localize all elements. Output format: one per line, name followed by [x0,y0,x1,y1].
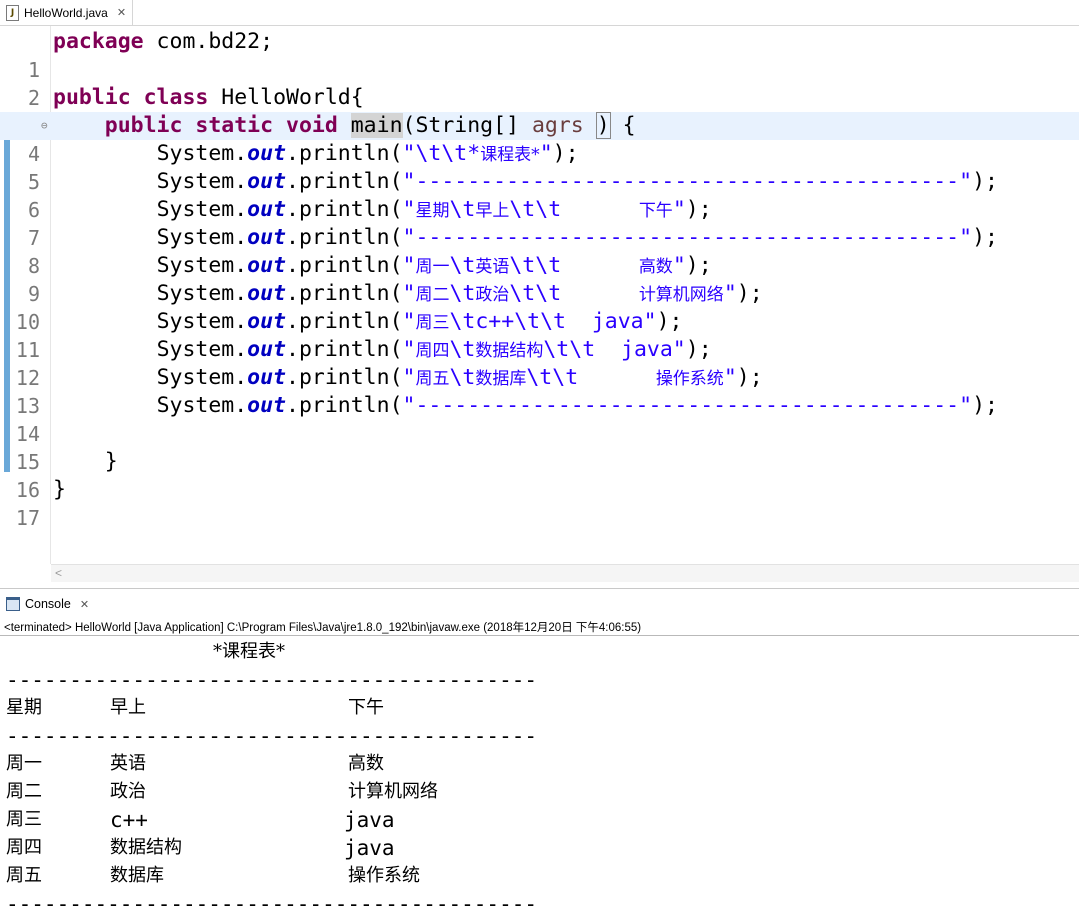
java-file-icon: J [6,4,19,21]
output-day: 周二 [6,781,42,802]
output-line: *课程表* [0,638,1079,666]
output-morning: 早上 [110,697,146,718]
matching-bracket: ) [595,112,611,139]
output-day: 周五 [6,865,42,886]
tab-helloworld-java[interactable]: J HelloWorld.java ✕ [0,0,134,25]
output-line: 周三 c++ java [0,806,1079,834]
output-line: ----------------------------------------… [0,890,1079,918]
output-line: 周五 数据库 操作系统 [0,862,1079,890]
code-line: 2 [0,56,1079,110]
output-morning: 数据结构 [110,837,182,858]
output-line: ----------------------------------------… [0,666,1079,694]
terminated-status: <terminated> HelloWorld [Java Applicatio… [4,622,642,634]
code-line: 1 package com.bd22; [0,28,1079,82]
console-divider [0,635,1079,636]
output-line: 周二 政治 计算机网络 [0,778,1079,806]
output-day: 周三 [6,809,42,830]
code-line: 14 System.out.println("-----------------… [0,392,1079,446]
code-line-current: 4 ⊖ public static void main(String[] agr… [0,112,1079,166]
output-dashes: ----------------------------------------… [6,892,538,916]
editor-panel: J HelloWorld.java ✕ 1 package com.bd22; … [0,0,1079,582]
console-icon [6,597,20,611]
close-icon[interactable]: ✕ [117,6,126,19]
code-line: 13 System.out.println("周五\t数据库\t\t 操作系统"… [0,364,1079,418]
output-line: ----------------------------------------… [0,722,1079,750]
code-line: 12 System.out.println("周四\t数据结构\t\t java… [0,336,1079,390]
code-line: 9 System.out.println("周一\t英语\t\t 高数"); [0,252,1079,306]
code-line: 6 System.out.println("------------------… [0,168,1079,222]
code-line: 15 [0,420,1079,474]
output-morning: 英语 [110,753,146,774]
console-tab-label: Console [25,597,71,611]
output-dashes: ----------------------------------------… [6,668,538,692]
code-line: 17 } [0,476,1079,530]
output-line: 周四 数据结构 java [0,834,1079,862]
code-line: 8 System.out.println("------------------… [0,224,1079,278]
output-afternoon: java [344,836,395,860]
output-afternoon: java [344,808,395,832]
code-area[interactable]: 1 package com.bd22; 2 3 public class Hel… [0,28,1079,530]
code-line: 16 } [0,448,1079,502]
code-line: 11 System.out.println("周三\tc++\t\t java"… [0,308,1079,362]
code-line: 7 System.out.println("星期\t早上\t\t 下午"); [0,196,1079,250]
code-line: 5 System.out.println("\t\t*课程表*"); [0,140,1079,194]
close-icon[interactable]: ✕ [80,598,89,611]
parameter: agrs [531,113,584,138]
output-afternoon: 高数 [348,753,384,774]
output-dashes: ----------------------------------------… [6,724,538,748]
tab-console[interactable]: Console ✕ [0,591,95,617]
scroll-left-icon[interactable]: < [55,565,62,582]
method-name-highlight: main [350,113,403,138]
output-morning: 政治 [110,781,146,802]
output-morning: 数据库 [110,865,164,886]
output-afternoon: 下午 [348,697,384,718]
keyword: public class [53,85,209,110]
output-afternoon: 操作系统 [348,865,420,886]
output-morning: c++ [110,808,148,832]
fold-collapse-icon[interactable]: ⊖ [41,112,48,140]
horizontal-scrollbar[interactable]: < [51,564,1079,582]
output-afternoon: 计算机网络 [348,781,438,802]
output-day: 周一 [6,753,42,774]
keyword: package [53,29,144,54]
output-line: 星期 早上 下午 [0,694,1079,722]
editor-tab-strip: J HelloWorld.java ✕ [0,0,1079,26]
code-line: 10 System.out.println("周二\t政治\t\t 计算机网络"… [0,280,1079,334]
keyword: public static void [104,113,338,138]
output-day: 周四 [6,837,42,858]
tab-label: HelloWorld.java [24,5,108,20]
line-number: 17 [15,506,40,530]
output-day: 星期 [6,697,42,718]
code-line: 3 public class HelloWorld{ [0,84,1079,138]
console-panel: Console ✕ <terminated> HelloWorld [Java … [0,588,1079,920]
output-line: 周一 英语 高数 [0,750,1079,778]
output-title: *课程表* [213,641,285,662]
